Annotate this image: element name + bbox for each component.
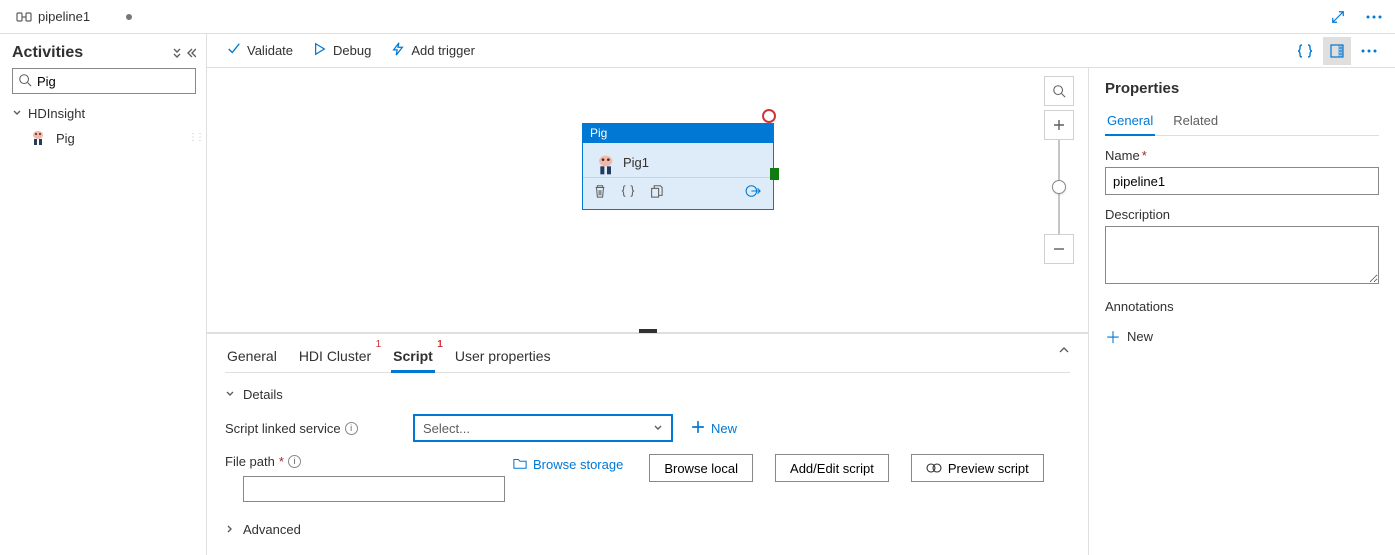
folder-icon: [513, 456, 527, 473]
annotations-label: Annotations: [1105, 299, 1174, 314]
browse-storage-button[interactable]: Browse storage: [509, 454, 627, 474]
node-header: Pig: [582, 123, 774, 143]
validate-button[interactable]: Validate: [219, 38, 301, 63]
new-linked-service-button[interactable]: New: [691, 420, 737, 437]
linked-service-label: Script linked service: [225, 421, 341, 436]
check-icon: [227, 42, 241, 59]
properties-panel: Properties General Related Name* Descrip…: [1088, 68, 1395, 555]
category-label: HDInsight: [28, 106, 85, 121]
filepath-input[interactable]: [243, 476, 505, 502]
node-name: Pig1: [623, 155, 649, 170]
validate-label: Validate: [247, 43, 293, 58]
drag-handle-icon: ⋮⋮: [188, 136, 196, 140]
plus-icon: ＋: [1105, 324, 1121, 348]
collapse-sidebar-button[interactable]: [172, 48, 196, 58]
chevron-down-icon: [225, 387, 235, 402]
expand-view-button[interactable]: [1325, 4, 1351, 30]
browse-local-button[interactable]: Browse local: [649, 454, 753, 482]
editor-tab-title: pipeline1: [38, 9, 90, 24]
activities-sidebar: Activities HDInsight: [0, 34, 207, 555]
info-icon[interactable]: i: [345, 422, 358, 435]
add-edit-script-button[interactable]: Add/Edit script: [775, 454, 889, 482]
tab-more-button[interactable]: [1361, 4, 1387, 30]
pipeline-icon: [16, 9, 32, 25]
filepath-label: File path: [225, 454, 275, 469]
detail-tab-script[interactable]: Script1: [391, 340, 435, 372]
pipeline-name-input[interactable]: [1105, 167, 1379, 195]
unsaved-indicator-icon: [126, 14, 132, 20]
preview-script-button[interactable]: Preview script: [911, 454, 1044, 482]
collapse-detail-button[interactable]: [1058, 344, 1070, 359]
add-trigger-button[interactable]: Add trigger: [383, 38, 483, 63]
pig-activity-icon: [30, 129, 48, 147]
editor-tab-strip: pipeline1: [0, 0, 1395, 34]
zoom-slider-handle[interactable]: [1052, 180, 1066, 194]
detail-tabs: General HDI Cluster1 Script1 User proper…: [225, 340, 1070, 373]
pipeline-description-input[interactable]: [1105, 226, 1379, 284]
description-label: Description: [1105, 207, 1170, 222]
node-code-button[interactable]: [621, 184, 635, 201]
properties-tab-general[interactable]: General: [1105, 107, 1155, 136]
activities-title: Activities: [12, 44, 83, 62]
open-node-button[interactable]: [745, 184, 763, 201]
detail-tab-user[interactable]: User properties: [453, 340, 553, 372]
lightning-icon: [391, 42, 405, 59]
fit-view-button[interactable]: [1044, 76, 1074, 106]
trigger-label: Add trigger: [411, 43, 475, 58]
editor-tab-pipeline1[interactable]: pipeline1: [8, 5, 140, 29]
chevron-down-icon: [12, 106, 22, 121]
name-label: Name: [1105, 148, 1140, 163]
detail-section-details[interactable]: Details: [225, 373, 1070, 408]
activity-detail-panel: General HDI Cluster1 Script1 User proper…: [207, 333, 1088, 555]
chevron-down-icon: [653, 421, 663, 436]
toolbar-more-button[interactable]: [1355, 37, 1383, 65]
debug-button[interactable]: Debug: [305, 38, 379, 63]
detail-tab-general[interactable]: General: [225, 340, 279, 372]
play-icon: [313, 42, 327, 59]
detail-section-advanced[interactable]: Advanced: [225, 508, 1070, 543]
pipeline-toolbar: Validate Debug Add trigger: [207, 34, 1395, 68]
chevron-right-icon: [225, 522, 235, 537]
warning-count-badge: 1: [376, 339, 382, 350]
canvas-zoom-tools: [1044, 76, 1074, 264]
warning-count-badge: 1: [437, 339, 443, 350]
plus-icon: [691, 420, 705, 437]
search-icon: [18, 73, 32, 90]
debug-label: Debug: [333, 43, 371, 58]
pig-activity-icon: [595, 153, 613, 171]
linked-service-select[interactable]: Select...: [413, 414, 673, 442]
category-hdinsight[interactable]: HDInsight: [12, 102, 196, 125]
pipeline-canvas[interactable]: Pig Pig1: [207, 68, 1088, 332]
delete-node-button[interactable]: [593, 184, 607, 201]
clone-node-button[interactable]: [649, 184, 663, 201]
info-icon[interactable]: i: [288, 455, 301, 468]
properties-tab-related[interactable]: Related: [1171, 107, 1220, 135]
zoom-out-button[interactable]: [1044, 234, 1074, 264]
zoom-slider[interactable]: [1058, 140, 1060, 234]
node-output-port[interactable]: [770, 168, 779, 180]
new-annotation-button[interactable]: ＋ New: [1105, 322, 1379, 350]
properties-toggle-button[interactable]: [1323, 37, 1351, 65]
activity-item-label: Pig: [56, 131, 75, 146]
activity-node-pig[interactable]: Pig Pig1: [582, 123, 774, 210]
activity-item-pig[interactable]: Pig ⋮⋮: [12, 125, 196, 151]
code-view-button[interactable]: [1291, 37, 1319, 65]
detail-tab-hdi[interactable]: HDI Cluster1: [297, 340, 373, 372]
breakpoint-icon[interactable]: [762, 109, 776, 123]
eye-icon: [926, 461, 942, 476]
properties-title: Properties: [1105, 80, 1379, 97]
activities-search-input[interactable]: [12, 68, 196, 94]
zoom-in-button[interactable]: [1044, 110, 1074, 140]
